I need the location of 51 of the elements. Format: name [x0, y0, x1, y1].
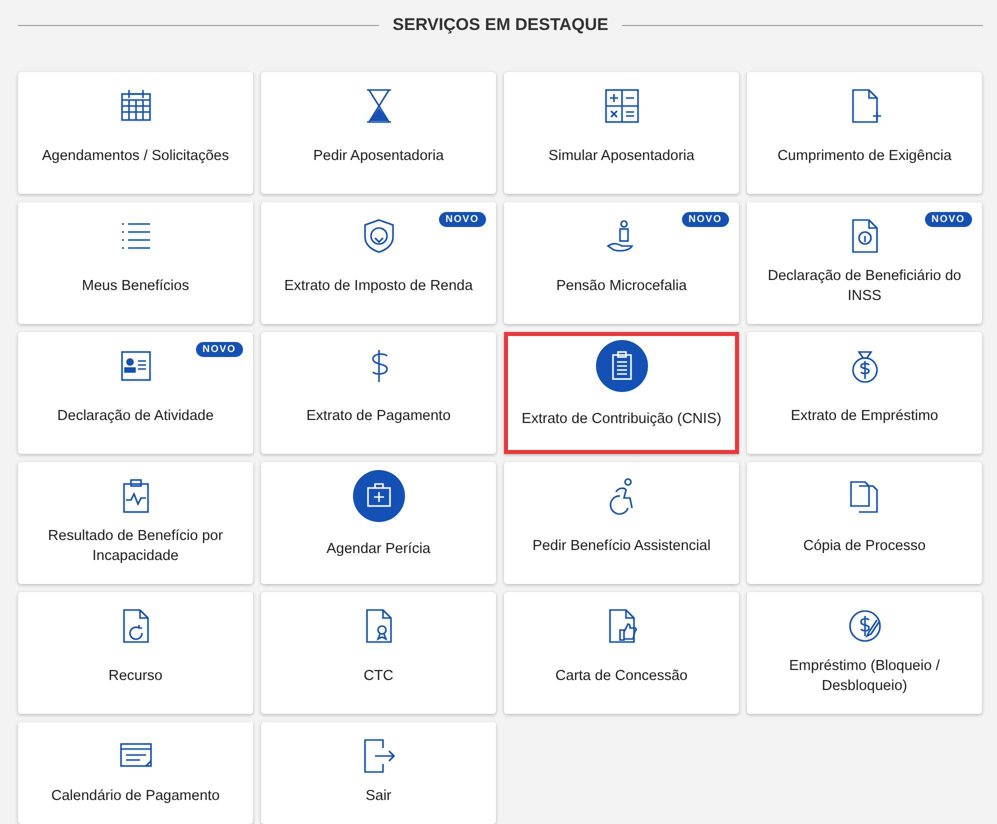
service-card[interactable]: Cumprimento de Exigência [747, 72, 982, 194]
service-label: Empréstimo (Bloqueio / Desbloqueio) [788, 657, 941, 696]
service-label: Pensão Microcefalia [555, 277, 688, 296]
new-badge: NOVO [682, 212, 729, 227]
service-label: Recurso [108, 667, 164, 686]
service-label: Declaração de Beneficiário do INSS [766, 267, 962, 306]
service-label: Simular Aposentadoria [548, 147, 696, 166]
service-card[interactable]: NOVO Declaração de Beneficiário do INSS [747, 202, 982, 324]
service-label: Agendamentos / Solicitações [41, 147, 230, 166]
service-label: Calendário de Pagamento [50, 787, 221, 806]
service-card[interactable]: CTC [261, 592, 496, 714]
new-badge: NOVO [924, 212, 972, 227]
service-label: Sair [364, 787, 392, 806]
service-card[interactable]: Simular Aposentadoria [504, 72, 739, 194]
service-card[interactable]: Extrato de Contribuição (CNIS) [504, 332, 739, 454]
service-label: Pedir Benefício Assistencial [531, 537, 712, 556]
service-card[interactable]: Calendário de Pagamento [18, 722, 253, 824]
service-card[interactable]: Agendamentos / Solicitações [18, 72, 253, 194]
service-card[interactable]: Recurso [18, 592, 253, 714]
service-label: Cópia de Processo [802, 537, 927, 556]
service-card[interactable]: NOVO Declaração de Atividade [18, 332, 253, 454]
new-badge: NOVO [196, 342, 243, 357]
service-label: Extrato de Contribuição (CNIS) [520, 410, 722, 429]
service-label: Cumprimento de Exigência [776, 147, 953, 166]
service-card[interactable]: Pedir Aposentadoria [261, 72, 496, 194]
service-card[interactable]: Resultado de Benefício por Incapacidade [18, 462, 253, 584]
service-label: Meus Benefícios [80, 277, 190, 296]
service-card[interactable]: Meus Benefícios [18, 202, 253, 324]
service-icon [352, 470, 404, 522]
service-card[interactable]: NOVO Extrato de Imposto de Renda [261, 202, 496, 324]
service-card[interactable]: Extrato de Empréstimo [747, 332, 982, 454]
service-label: Declaração de Atividade [56, 407, 215, 426]
service-label: Extrato de Imposto de Renda [283, 277, 474, 296]
service-card[interactable]: Agendar Perícia [261, 462, 496, 584]
service-label: Extrato de Pagamento [305, 407, 452, 426]
service-label: Pedir Aposentadoria [312, 147, 445, 166]
service-label: Extrato de Empréstimo [790, 407, 940, 426]
service-card[interactable]: Cópia de Processo [747, 462, 982, 584]
service-label: CTC [362, 667, 394, 686]
service-card[interactable]: Extrato de Pagamento [261, 332, 496, 454]
service-card[interactable]: Sair [261, 722, 496, 824]
service-card[interactable]: Carta de Concessão [504, 592, 739, 714]
service-label: Agendar Perícia [326, 540, 432, 559]
service-icon [596, 340, 648, 392]
new-badge: NOVO [438, 212, 486, 227]
service-card[interactable]: Pedir Benefício Assistencial [504, 462, 739, 584]
service-label: Resultado de Benefício por Incapacidade [47, 527, 224, 566]
section-title: SERVIÇOS EM DESTAQUE [392, 15, 608, 35]
service-card[interactable]: Empréstimo (Bloqueio / Desbloqueio) [747, 592, 982, 714]
service-card[interactable]: NOVO Pensão Microcefalia [504, 202, 739, 324]
service-label: Carta de Concessão [554, 667, 689, 686]
